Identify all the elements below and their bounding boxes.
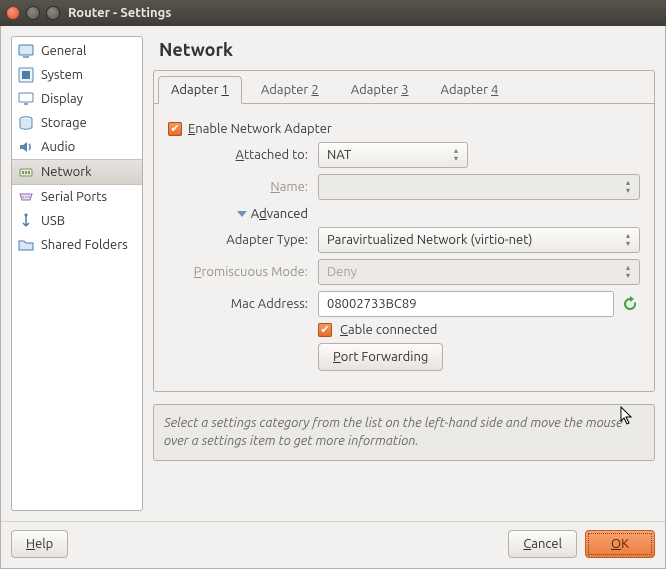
sidebar-item-network[interactable]: Network	[12, 159, 142, 185]
combo-spin-icon: ▴▾	[621, 230, 635, 250]
adapter-tabs: Adapter 1 Adapter 2 Adapter 3 Adapter 4	[154, 71, 654, 104]
promiscuous-mode-value: Deny	[327, 265, 357, 279]
sidebar-item-label: Storage	[41, 116, 87, 130]
sidebar-item-label: General	[41, 44, 86, 58]
sidebar-item-display[interactable]: Display	[12, 87, 142, 111]
sidebar-item-label: Network	[41, 165, 92, 179]
audio-icon	[18, 139, 34, 155]
network-icon	[18, 164, 34, 180]
sidebar-item-label: System	[41, 68, 83, 82]
sidebar-item-system[interactable]: System	[12, 63, 142, 87]
adapter-type-label: Adapter Type:	[168, 233, 318, 247]
sidebar-item-label: Shared Folders	[41, 238, 128, 252]
sidebar-item-storage[interactable]: Storage	[12, 111, 142, 135]
advanced-disclosure[interactable]: Advanced	[237, 207, 308, 221]
usb-icon	[18, 213, 34, 229]
combo-spin-icon: ▴▾	[449, 145, 463, 165]
tab-adapter-4[interactable]: Adapter 4	[428, 76, 512, 104]
promiscuous-mode-combo: Deny ▴▾	[318, 259, 640, 285]
window-minimize-icon[interactable]	[26, 6, 40, 20]
sidebar-item-label: USB	[41, 214, 65, 228]
enable-adapter-label: Enable Network Adapter	[188, 122, 332, 136]
adapter-type-combo[interactable]: Paravirtualized Network (virtio-net) ▴▾	[318, 227, 640, 253]
tab-adapter-2[interactable]: Adapter 2	[248, 76, 332, 104]
storage-icon	[18, 115, 34, 131]
attached-to-combo[interactable]: NAT ▴▾	[318, 142, 468, 168]
sidebar-item-label: Serial Ports	[41, 190, 107, 204]
sidebar-item-shared-folders[interactable]: Shared Folders	[12, 233, 142, 257]
mac-address-input[interactable]	[318, 291, 614, 317]
name-combo: ▴▾	[318, 174, 640, 200]
sidebar-item-usb[interactable]: USB	[12, 209, 142, 233]
window-title: Router - Settings	[68, 6, 171, 20]
attached-to-label: Attached to:	[168, 148, 318, 162]
window-titlebar: Router - Settings	[0, 0, 666, 26]
tab-adapter-1[interactable]: Adapter 1	[158, 76, 242, 104]
sidebar-item-label: Display	[41, 92, 83, 106]
help-button[interactable]: Help	[11, 530, 68, 558]
combo-spin-icon: ▴▾	[621, 177, 635, 197]
general-icon	[18, 43, 34, 59]
shared-folders-icon	[18, 237, 34, 253]
hint-text: Select a settings category from the list…	[153, 404, 655, 461]
port-forwarding-button[interactable]: Port Forwarding	[318, 343, 443, 371]
mac-refresh-button[interactable]	[620, 294, 640, 314]
page-title: Network	[159, 40, 655, 60]
cable-connected-checkbox[interactable]	[318, 323, 332, 337]
display-icon	[18, 91, 34, 107]
sidebar-item-general[interactable]: General	[12, 39, 142, 63]
sidebar-item-serial-ports[interactable]: Serial Ports	[12, 185, 142, 209]
cable-connected-label: Cable connected	[340, 323, 437, 337]
combo-spin-icon: ▴▾	[621, 262, 635, 282]
window-maximize-icon[interactable]	[46, 6, 60, 20]
ok-button[interactable]: OK	[585, 530, 655, 558]
enable-adapter-checkbox[interactable]	[168, 122, 182, 136]
name-label: Name:	[168, 180, 318, 194]
settings-category-list[interactable]: General System Display Storage	[11, 36, 143, 511]
dialog-button-row: Help Cancel OK	[1, 521, 665, 568]
disclosure-triangle-icon	[237, 211, 247, 217]
promiscuous-mode-label: Promiscuous Mode:	[168, 265, 318, 279]
serial-ports-icon	[18, 189, 34, 205]
adapter-tab-panel: Adapter 1 Adapter 2 Adapter 3 Adapter 4 …	[153, 70, 655, 392]
tab-adapter-3[interactable]: Adapter 3	[338, 76, 422, 104]
advanced-label: Advanced	[251, 207, 308, 221]
sidebar-item-label: Audio	[41, 140, 75, 154]
attached-to-value: NAT	[327, 148, 351, 162]
cancel-button[interactable]: Cancel	[508, 530, 577, 558]
mac-address-label: Mac Address:	[168, 297, 318, 311]
window-close-icon[interactable]	[6, 6, 20, 20]
sidebar-item-audio[interactable]: Audio	[12, 135, 142, 159]
adapter-type-value: Paravirtualized Network (virtio-net)	[327, 233, 532, 247]
system-icon	[18, 67, 34, 83]
